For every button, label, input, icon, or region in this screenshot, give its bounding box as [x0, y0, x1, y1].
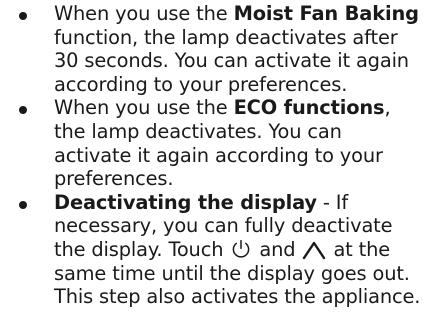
item-text-prefix: When you use the	[54, 96, 234, 120]
bullet-icon	[19, 106, 27, 115]
item-text-suffix: function, the lamp deactivates after 30 …	[54, 25, 409, 96]
power-icon	[230, 238, 252, 260]
instruction-list: When you use the Moist Fan Baking functi…	[0, 2, 426, 309]
list-item: When you use the Moist Fan Baking functi…	[0, 2, 426, 96]
item-bold-term: ECO functions	[233, 96, 385, 120]
bullet-icon	[19, 12, 27, 20]
item-bold-term: Deactivating the display	[54, 190, 317, 214]
bullet-icon	[19, 200, 27, 209]
list-item: When you use the ECO functions, the lamp…	[0, 96, 426, 190]
instruction-document: When you use the Moist Fan Baking functi…	[0, 0, 426, 318]
list-item: Deactivating the display - If necessary,…	[0, 191, 426, 309]
item-bold-term: Moist Fan Baking	[233, 2, 419, 25]
chevron-up-icon	[302, 240, 326, 260]
item-text-b: and	[253, 237, 302, 261]
item-text-prefix: When you use the	[54, 2, 234, 25]
